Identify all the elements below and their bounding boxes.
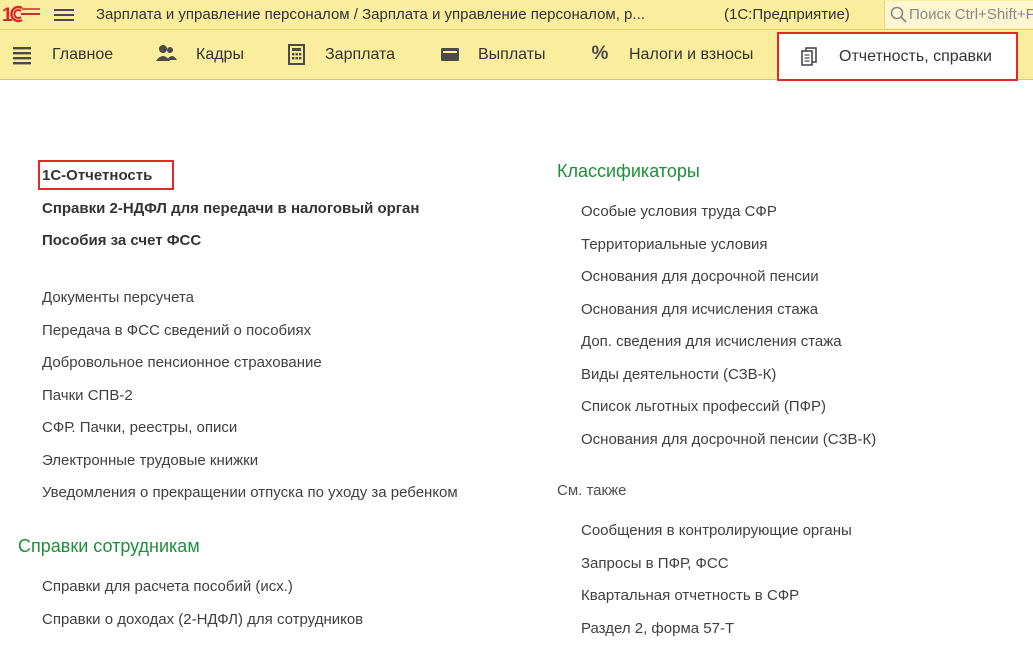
link-1c-reporting[interactable]: 1С-Отчетность [42, 167, 152, 184]
documents-icon [801, 47, 817, 66]
link-form-57t[interactable]: Раздел 2, форма 57-Т [581, 620, 734, 637]
link-special-conditions[interactable]: Особые условия труда СФР [581, 203, 777, 220]
see-also-title: См. также [557, 482, 627, 499]
list-icon [13, 47, 31, 65]
group-classifiers: Классификаторы [557, 161, 700, 181]
link-pfr-fss-requests[interactable]: Запросы в ПФР, ФСС [581, 555, 729, 572]
link-seniority-extra[interactable]: Доп. сведения для исчисления стажа [581, 333, 842, 350]
link-fss-benefits[interactable]: Пособия за счет ФСС [42, 232, 201, 249]
link-electronic-workbooks[interactable]: Электронные трудовые книжки [42, 452, 258, 469]
link-early-pension-reasons[interactable]: Основания для досрочной пенсии [581, 268, 819, 285]
link-seniority-reasons[interactable]: Основания для исчисления стажа [581, 301, 818, 318]
link-voluntary-pension[interactable]: Добровольное пенсионное страхование [42, 354, 322, 371]
1c-logo-icon[interactable]: 1 [0, 3, 42, 25]
section-hr-label: Кадры [196, 46, 244, 63]
link-personnel-docs[interactable]: Документы персучета [42, 289, 194, 306]
section-salary-label: Зарплата [325, 46, 396, 63]
window-title: Зарплата и управление персоналом / Зарпл… [96, 6, 645, 23]
section-payments-label: Выплаты [478, 46, 546, 63]
group-employee-certificates: Справки сотрудникам [18, 536, 200, 556]
sections-panel: Главное Кадры Зарплата Выплаты % Налоги … [0, 30, 1033, 81]
link-quarterly-sfr[interactable]: Квартальная отчетность в СФР [581, 587, 799, 604]
section-hr[interactable]: Кадры [155, 30, 255, 79]
link-early-pension-szvk[interactable]: Основания для досрочной пенсии (СЗВ-К) [581, 431, 876, 448]
percent-icon: % [591, 43, 609, 64]
link-2ndfl-tax[interactable]: Справки 2-НДФЛ для передачи в налоговый … [42, 200, 419, 217]
section-taxes[interactable]: % Налоги и взносы [589, 30, 764, 79]
section-main-label: Главное [52, 46, 114, 63]
people-icon [156, 45, 177, 61]
section-reports[interactable]: Отчетность, справки [777, 32, 1018, 81]
link-spv2-packs[interactable]: Пачки СПВ-2 [42, 387, 133, 404]
search-box[interactable] [884, 1, 1033, 28]
search-input[interactable] [909, 4, 1033, 24]
section-salary[interactable]: Зарплата [287, 30, 407, 79]
section-main[interactable]: Главное [12, 30, 122, 79]
link-leave-termination[interactable]: Уведомления о прекращении отпуска по ухо… [42, 484, 458, 501]
link-preferential-professions[interactable]: Список льготных профессий (ПФР) [581, 398, 826, 415]
link-activity-types[interactable]: Виды деятельности (СЗВ-К) [581, 366, 776, 383]
wallet-icon [441, 48, 459, 61]
window-mode: (1С:Предприятие) [724, 6, 850, 23]
search-icon [890, 6, 907, 23]
section-reports-label: Отчетность, справки [839, 48, 992, 65]
calculator-icon [288, 44, 305, 65]
section-payments[interactable]: Выплаты [440, 30, 555, 79]
title-bar: 1 Зарплата и управление персоналом / Зар… [0, 0, 1033, 30]
link-control-messages[interactable]: Сообщения в контролирующие органы [581, 522, 852, 539]
link-sfr-packs[interactable]: СФР. Пачки, реестры, описи [42, 419, 237, 436]
link-territorial-conditions[interactable]: Территориальные условия [581, 236, 768, 253]
section-taxes-label: Налоги и взносы [629, 46, 754, 63]
main-menu-icon[interactable] [52, 6, 76, 24]
link-benefit-certificates[interactable]: Справки для расчета пособий (исх.) [42, 578, 293, 595]
link-income-certificates[interactable]: Справки о доходах (2-НДФЛ) для сотрудник… [42, 611, 363, 628]
link-fss-transfer[interactable]: Передача в ФСС сведений о пособиях [42, 322, 311, 339]
